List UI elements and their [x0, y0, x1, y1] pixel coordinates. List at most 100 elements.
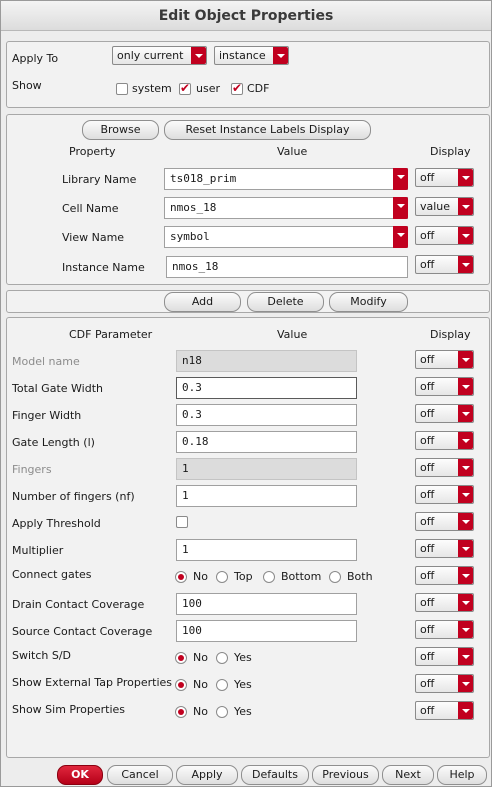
next-button[interactable]: Next: [382, 765, 434, 785]
chevron-down-icon: [458, 513, 473, 530]
cdf-value-header: Value: [277, 328, 308, 341]
show-cdf-label: CDF: [247, 82, 270, 95]
modify-button[interactable]: Modify: [329, 292, 408, 312]
total-gate-width-label: Total Gate Width: [12, 382, 103, 395]
ok-button[interactable]: OK: [57, 765, 103, 785]
defaults-button[interactable]: Defaults: [241, 765, 309, 785]
source-coverage-label: Source Contact Coverage: [12, 625, 153, 638]
connect-gates-top-radio[interactable]: [216, 571, 228, 583]
apply-type-select[interactable]: instance: [214, 46, 289, 65]
previous-button[interactable]: Previous: [312, 765, 379, 785]
cancel-button[interactable]: Cancel: [107, 765, 173, 785]
ext-tap-no-radio[interactable]: [175, 679, 187, 691]
switch-sd-no-radio[interactable]: [175, 652, 187, 664]
sim-props-no-radio[interactable]: [175, 706, 187, 718]
apply-button[interactable]: Apply: [176, 765, 238, 785]
cell-name-field[interactable]: nmos_18: [164, 197, 408, 219]
apply-scope-select[interactable]: only current: [112, 46, 207, 65]
library-name-value: ts018_prim: [170, 172, 237, 185]
switch-sd-no-label: No: [193, 651, 208, 664]
connect-gates-no-radio[interactable]: [175, 571, 187, 583]
library-display-select[interactable]: off: [415, 168, 474, 187]
sim-props-yes-radio[interactable]: [216, 706, 228, 718]
instance-display-select[interactable]: off: [415, 255, 474, 274]
cell-name-value: nmos_18: [170, 201, 217, 214]
chevron-down-icon: [393, 226, 408, 248]
chevron-down-icon: [458, 169, 473, 186]
ext-tap-display-select[interactable]: off: [415, 674, 474, 693]
sim-props-display-select[interactable]: off: [415, 701, 474, 720]
view-display-select[interactable]: off: [415, 226, 474, 245]
show-cdf-checkbox[interactable]: [231, 81, 243, 95]
chevron-down-icon: [458, 198, 473, 215]
chevron-down-icon: [458, 459, 473, 476]
fingers-display-value: off: [420, 461, 435, 474]
gate-length-field[interactable]: 0.18: [176, 431, 357, 453]
switch-sd-display-select[interactable]: off: [415, 647, 474, 666]
apply-to-label: Apply To: [12, 52, 59, 65]
source-coverage-display-select[interactable]: off: [415, 620, 474, 639]
switch-sd-display-value: off: [420, 650, 435, 663]
view-dropdown[interactable]: [392, 226, 408, 248]
drain-coverage-display-select[interactable]: off: [415, 593, 474, 612]
chevron-down-icon: [458, 405, 473, 422]
show-system-checkbox[interactable]: [116, 83, 128, 95]
dialog-window: Edit Object Properties Apply To only cur…: [0, 0, 492, 787]
fingers-field: 1: [176, 458, 357, 480]
drain-coverage-field[interactable]: 100: [176, 593, 357, 615]
connect-gates-no-label: No: [193, 570, 208, 583]
chevron-down-icon: [393, 197, 408, 219]
apply-threshold-checkbox[interactable]: [176, 516, 188, 528]
sim-props-label: Show Sim Properties: [12, 703, 126, 716]
ext-tap-yes-radio[interactable]: [216, 679, 228, 691]
nf-field[interactable]: 1: [176, 485, 357, 507]
apply-threshold-label: Apply Threshold: [12, 517, 101, 530]
library-display-value: off: [420, 171, 435, 184]
library-name-field[interactable]: ts018_prim: [164, 168, 408, 190]
finger-width-display-select[interactable]: off: [415, 404, 474, 423]
library-dropdown[interactable]: [392, 168, 408, 190]
chevron-down-icon: [273, 47, 288, 64]
connect-gates-label: Connect gates: [12, 568, 92, 581]
instance-name-field[interactable]: nmos_18: [166, 256, 408, 278]
connect-gates-display-select[interactable]: off: [415, 566, 474, 585]
cell-display-select[interactable]: value: [415, 197, 474, 216]
chevron-down-icon: [458, 594, 473, 611]
source-coverage-field[interactable]: 100: [176, 620, 357, 642]
fingers-display-select[interactable]: off: [415, 458, 474, 477]
multiplier-field[interactable]: 1: [176, 539, 357, 561]
chevron-down-icon: [458, 432, 473, 449]
cdf-display-header: Display: [430, 328, 471, 341]
show-user-checkbox[interactable]: [179, 81, 191, 95]
value-header: Value: [277, 145, 308, 158]
gate-length-display-select[interactable]: off: [415, 431, 474, 450]
multiplier-display-select[interactable]: off: [415, 539, 474, 558]
cell-name-label: Cell Name: [62, 202, 119, 215]
total-gate-width-field[interactable]: 0.3: [176, 377, 357, 399]
total-gate-width-display-value: off: [420, 380, 435, 393]
help-button[interactable]: Help: [437, 765, 487, 785]
view-name-field[interactable]: symbol: [164, 226, 408, 248]
add-button[interactable]: Add: [164, 292, 241, 312]
model-name-display-value: off: [420, 353, 435, 366]
cell-display-value: value: [420, 200, 451, 213]
switch-sd-yes-radio[interactable]: [216, 652, 228, 664]
chevron-down-icon: [458, 702, 473, 719]
browse-button[interactable]: Browse: [82, 120, 159, 140]
model-name-field: n18: [176, 350, 357, 372]
finger-width-field[interactable]: 0.3: [176, 404, 357, 426]
source-coverage-display-value: off: [420, 623, 435, 636]
connect-gates-bottom-radio[interactable]: [263, 571, 275, 583]
cell-dropdown[interactable]: [392, 197, 408, 219]
reset-labels-button[interactable]: Reset Instance Labels Display: [164, 120, 371, 140]
ext-tap-label: Show External Tap Properties: [12, 676, 173, 689]
chevron-down-icon: [458, 227, 473, 244]
apply-threshold-display-select[interactable]: off: [415, 512, 474, 531]
delete-button[interactable]: Delete: [247, 292, 324, 312]
model-name-display-select[interactable]: off: [415, 350, 474, 369]
connect-gates-both-radio[interactable]: [329, 571, 341, 583]
nf-display-select[interactable]: off: [415, 485, 474, 504]
chevron-down-icon: [458, 351, 473, 368]
total-gate-width-display-select[interactable]: off: [415, 377, 474, 396]
sim-props-no-label: No: [193, 705, 208, 718]
